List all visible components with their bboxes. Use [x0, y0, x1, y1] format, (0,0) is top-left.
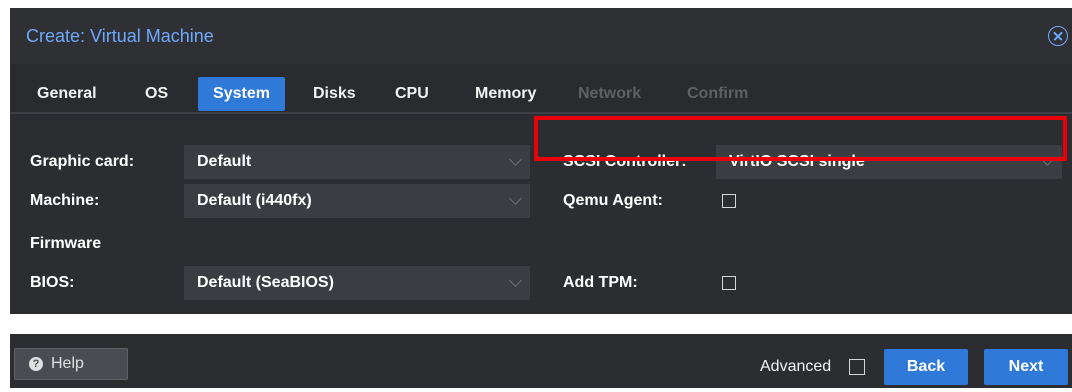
add-tpm-checkbox[interactable] — [722, 276, 736, 290]
machine-value: Default (i440fx) — [197, 192, 312, 209]
wizard-tabs: General OS System Disks CPU Memory Netwo… — [10, 64, 1072, 112]
tab-disks[interactable]: Disks — [303, 79, 366, 109]
chevron-down-icon — [509, 274, 522, 287]
chevron-down-icon — [509, 153, 522, 166]
graphic-card-select[interactable]: Default — [184, 145, 530, 179]
advanced-checkbox[interactable] — [849, 359, 865, 375]
dialog-title: Create: Virtual Machine — [26, 26, 214, 46]
qemu-agent-checkbox[interactable] — [722, 194, 736, 208]
scsi-controller-label: SCSI Controller: — [563, 153, 687, 170]
chevron-down-icon — [509, 192, 522, 205]
next-button[interactable]: Next — [984, 349, 1068, 385]
dialog-titlebar: Create: Virtual Machine — [10, 8, 1072, 64]
dialog-footer: ? Help Advanced Back Next — [10, 334, 1072, 388]
tab-general[interactable]: General — [27, 79, 107, 109]
tab-memory[interactable]: Memory — [465, 79, 546, 109]
close-icon[interactable] — [1048, 26, 1068, 46]
add-tpm-label: Add TPM: — [563, 274, 638, 291]
back-button[interactable]: Back — [884, 349, 968, 385]
tab-network: Network — [578, 85, 642, 102]
tab-system[interactable]: System — [198, 77, 285, 111]
tab-os[interactable]: OS — [135, 79, 178, 109]
advanced-label: Advanced — [760, 358, 832, 375]
firmware-header: Firmware — [30, 235, 102, 252]
graphic-card-label: Graphic card: — [30, 153, 135, 170]
create-vm-dialog: Create: Virtual Machine General OS Syste… — [10, 8, 1072, 314]
help-button[interactable]: ? Help — [14, 348, 128, 380]
system-panel: Graphic card: Default Machine: Default (… — [10, 114, 1072, 314]
scsi-controller-select[interactable]: VirtIO SCSI single — [716, 145, 1062, 179]
graphic-card-value: Default — [197, 153, 252, 170]
scsi-controller-value: VirtIO SCSI single — [729, 153, 865, 170]
tab-confirm: Confirm — [687, 85, 749, 102]
question-circle-icon: ? — [29, 357, 43, 371]
machine-label: Machine: — [30, 192, 100, 209]
tab-cpu[interactable]: CPU — [385, 79, 439, 109]
bios-label: BIOS: — [30, 274, 75, 291]
machine-select[interactable]: Default (i440fx) — [184, 184, 530, 218]
help-label: Help — [51, 355, 84, 372]
chevron-down-icon — [1041, 153, 1054, 166]
qemu-agent-label: Qemu Agent: — [563, 192, 663, 209]
bios-select[interactable]: Default (SeaBIOS) — [184, 266, 530, 300]
bios-value: Default (SeaBIOS) — [197, 274, 334, 291]
